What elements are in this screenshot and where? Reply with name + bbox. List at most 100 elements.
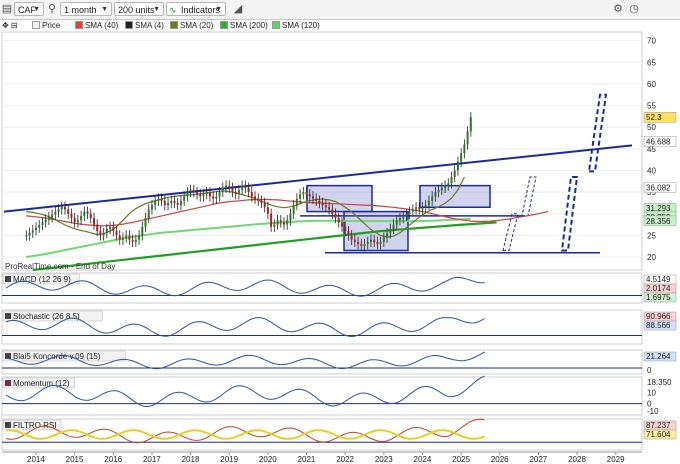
price-candle: [41, 222, 44, 225]
price-candle: [273, 224, 276, 227]
price-candle: [215, 196, 218, 199]
price-candle: [70, 213, 73, 219]
price-candle: [179, 200, 182, 206]
price-candle: [99, 231, 102, 236]
y-tick-label: 40: [647, 166, 656, 175]
indicator-value: 21.264: [646, 352, 671, 361]
price-candle: [205, 192, 208, 195]
price-candle: [44, 219, 47, 223]
price-candle: [463, 144, 466, 154]
price-candle: [360, 244, 363, 247]
price-candle: [163, 200, 166, 206]
x-tick-label: 2025: [452, 455, 470, 464]
price-candle: [67, 209, 70, 214]
price-candle: [402, 215, 405, 219]
price-candle: [221, 187, 224, 193]
price-candle: [83, 211, 86, 216]
price-candle: [150, 205, 153, 210]
price-candle: [218, 192, 221, 197]
x-tick-label: 2026: [491, 455, 509, 464]
price-label: 46.688: [646, 138, 671, 147]
price-candle: [389, 228, 392, 234]
price-candle: [38, 224, 41, 228]
price-candle: [89, 213, 92, 219]
indicator-tick: 0: [647, 366, 652, 375]
y-tick-label: 20: [647, 253, 656, 262]
price-candle: [141, 226, 144, 236]
indicator-value: 1.6975: [646, 293, 671, 302]
price-candle: [250, 192, 253, 197]
price-candle: [134, 239, 137, 242]
x-tick-label: 2018: [182, 455, 200, 464]
price-candle: [376, 241, 379, 245]
price-candle: [247, 187, 250, 193]
price-candle: [347, 231, 350, 236]
price-candle: [318, 200, 321, 203]
price-candle: [76, 220, 79, 223]
price-candle: [125, 235, 128, 238]
price-candle: [25, 235, 28, 237]
price-candle: [373, 239, 376, 242]
x-tick-label: 2017: [143, 455, 161, 464]
price-candle: [337, 218, 340, 223]
x-tick-label: 2019: [220, 455, 238, 464]
price-candle: [173, 200, 176, 203]
price-candle: [241, 185, 244, 190]
price-candle: [357, 241, 360, 245]
y-tick-label: 70: [647, 37, 656, 46]
y-tick-label: 55: [647, 102, 656, 111]
price-candle: [35, 227, 37, 231]
indicator-tick: 18.350: [647, 378, 672, 387]
price-candle: [57, 209, 60, 213]
y-tick-label: 65: [647, 58, 656, 67]
price-candle: [350, 235, 353, 240]
indicator-title: Momentum (12): [13, 379, 70, 388]
x-tick-label: 2021: [298, 455, 316, 464]
price-candle: [289, 213, 292, 221]
price-candle: [234, 192, 237, 195]
price-candle: [405, 213, 408, 216]
indicator-value: 90.966: [646, 312, 671, 321]
price-candle: [434, 192, 437, 197]
chart-canvas[interactable]: 202530354045505560657052.346.68836.08231…: [0, 0, 680, 464]
price-candle: [86, 211, 89, 214]
indicator-icon: [5, 422, 11, 428]
price-candle: [444, 185, 447, 188]
price-candle: [102, 233, 105, 236]
price-candle: [440, 187, 443, 190]
price-candle: [324, 205, 327, 208]
price-candle: [167, 202, 170, 206]
price-candle: [147, 209, 150, 219]
highlight-box: [419, 184, 491, 209]
price-candle: [138, 235, 141, 240]
price-candle: [398, 218, 401, 221]
x-tick-label: 2022: [336, 455, 354, 464]
price-label: 36.082: [646, 183, 671, 192]
price-label: 52.3: [646, 113, 662, 122]
indicator-tick: 10: [647, 389, 656, 398]
x-tick-label: 2023: [375, 455, 393, 464]
price-candle: [208, 192, 211, 197]
price-candle: [321, 202, 324, 206]
indicator-panel: [1, 272, 643, 304]
price-candle: [453, 170, 456, 177]
price-candle: [63, 206, 66, 210]
price-candle: [276, 220, 279, 225]
price-candle: [408, 211, 411, 214]
price-candle: [54, 212, 57, 215]
indicator-title: MACD (12 26 9): [13, 275, 71, 284]
price-candle: [382, 237, 385, 242]
x-tick-label: 2029: [607, 455, 625, 464]
price-candle: [331, 209, 334, 214]
price-candle: [379, 241, 382, 245]
price-candle: [189, 189, 192, 193]
watermark: ProRealTime.com - End of Day: [5, 262, 115, 271]
price-candle: [254, 196, 257, 199]
x-tick-label: 2027: [529, 455, 547, 464]
x-tick-label: 2014: [27, 455, 45, 464]
price-candle: [47, 217, 50, 220]
price-candle: [344, 226, 347, 232]
price-candle: [328, 207, 331, 210]
price-candle: [160, 198, 163, 201]
price-candle: [225, 185, 228, 188]
